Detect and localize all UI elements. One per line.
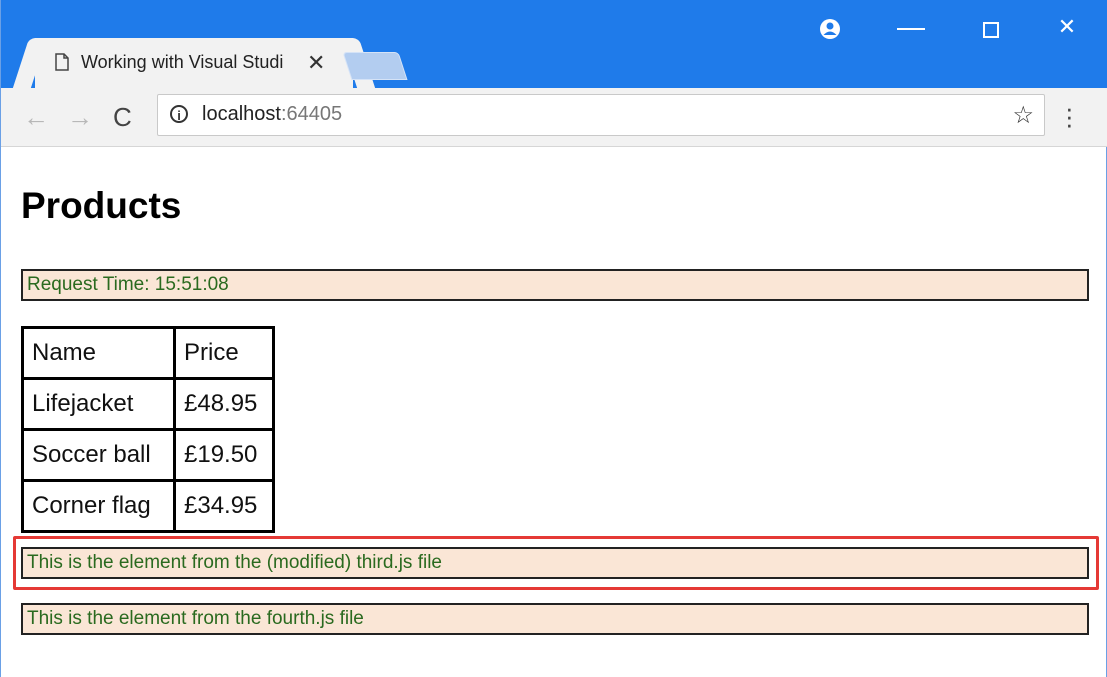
header-price: Price <box>173 326 275 380</box>
product-name: Corner flag <box>21 479 176 533</box>
table-row: Lifejacket £48.95 <box>21 377 275 431</box>
title-bar: Working with Visual Studi ✕ ✕ <box>1 0 1107 90</box>
url-host: localhost <box>202 103 281 125</box>
tab-close-icon[interactable]: ✕ <box>307 50 325 76</box>
close-window-button[interactable]: ✕ <box>1045 14 1089 40</box>
product-name: Lifejacket <box>21 377 176 431</box>
reload-button[interactable]: C <box>113 102 132 133</box>
url-text: localhost:64405 <box>202 103 342 126</box>
table-row: Corner flag £34.95 <box>21 479 275 533</box>
page-icon <box>55 53 69 71</box>
star-icon[interactable]: ☆ <box>1012 101 1034 130</box>
new-tab-button[interactable] <box>342 52 408 80</box>
header-name: Name <box>21 326 176 380</box>
browser-toolbar: ← → C i localhost:64405 ☆ <box>1 88 1107 147</box>
maximize-button[interactable] <box>983 22 999 38</box>
products-table: Name Price Lifejacket £48.95 Soccer ball… <box>21 326 275 533</box>
more-vert-icon[interactable]: · · · <box>1065 95 1074 137</box>
back-button[interactable]: ← <box>23 102 49 133</box>
account-icon[interactable] <box>819 18 841 40</box>
info-icon[interactable]: i <box>170 105 188 123</box>
minimize-button[interactable] <box>897 28 925 30</box>
product-price: £48.95 <box>173 377 275 431</box>
product-price: £34.95 <box>173 479 275 533</box>
url-port: :64405 <box>280 103 343 125</box>
fourth-js-element: This is the element from the fourth.js f… <box>21 603 1089 635</box>
page-title: Products <box>21 185 182 226</box>
table-header-row: Name Price <box>21 326 275 380</box>
tab-title: Working with Visual Studi <box>81 52 284 72</box>
third-js-element: This is the element from the (modified) … <box>21 547 1089 579</box>
request-time-box: Request Time: 15:51:08 <box>21 269 1089 301</box>
product-price: £19.50 <box>173 428 275 482</box>
table-row: Soccer ball £19.50 <box>21 428 275 482</box>
tab-active[interactable]: Working with Visual Studi ✕ <box>35 38 353 88</box>
forward-button[interactable]: → <box>67 102 93 133</box>
page-content: Products Request Time: 15:51:08 Name Pri… <box>1 147 1107 677</box>
address-bar[interactable]: i localhost:64405 ☆ <box>157 94 1045 136</box>
browser-window: Working with Visual Studi ✕ ✕ ← → C i lo… <box>0 0 1107 677</box>
product-name: Soccer ball <box>21 428 176 482</box>
